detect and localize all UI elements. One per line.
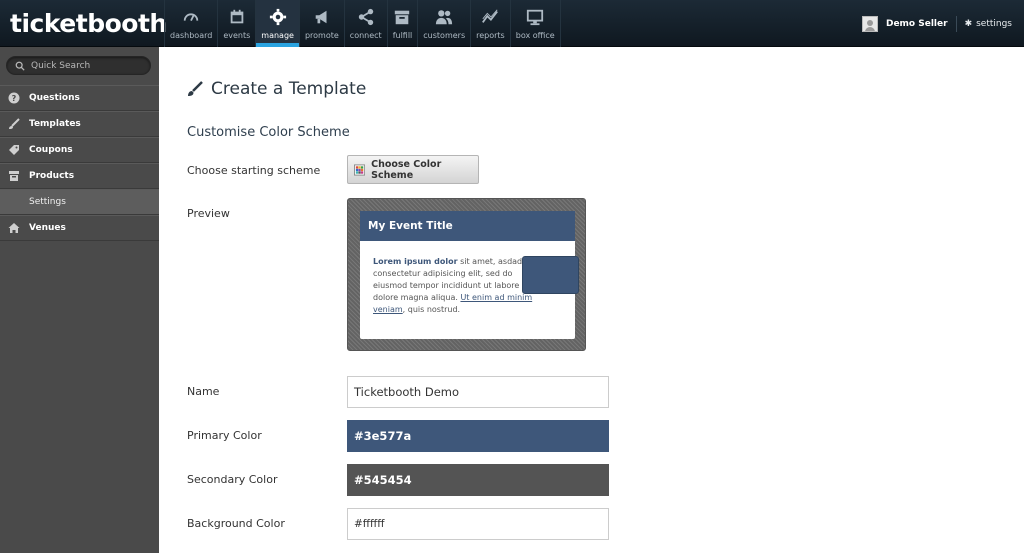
- sidebar: Quick Search ? Questions Templates Coupo…: [0, 47, 159, 553]
- preview-body-text: Lorem ipsum dolor sit amet, asdad consec…: [373, 256, 545, 316]
- choose-color-scheme-button[interactable]: Choose Color Scheme: [347, 155, 479, 184]
- tag-icon: [9, 145, 19, 155]
- sidebar-item-settings[interactable]: Settings: [0, 189, 159, 215]
- name-label: Name: [187, 385, 220, 398]
- sidebar-item-venues[interactable]: Venues: [0, 215, 159, 241]
- nav-events[interactable]: events: [217, 0, 255, 47]
- nav-label: events: [223, 31, 251, 40]
- template-preview: My Event Title Lorem ipsum dolor sit ame…: [347, 198, 586, 351]
- primary-color-input[interactable]: #3e577a: [347, 420, 609, 452]
- preview-bold-text: Lorem ipsum dolor: [373, 257, 458, 266]
- nav-customers[interactable]: customers: [417, 0, 470, 47]
- main-nav: dashboard events manage promote connect …: [164, 0, 561, 47]
- sidebar-item-label: Settings: [29, 197, 66, 207]
- calendar-icon: [230, 9, 244, 24]
- nav-box-office[interactable]: box office: [509, 0, 561, 47]
- sidebar-item-coupons[interactable]: Coupons: [0, 137, 159, 163]
- users-icon: [436, 10, 453, 25]
- share-icon: [358, 8, 373, 26]
- section-title: Customise Color Scheme: [187, 125, 350, 140]
- sidebar-item-label: Coupons: [29, 145, 73, 155]
- settings-label: settings: [976, 18, 1012, 29]
- page-title: Create a Template: [187, 79, 366, 99]
- nav-label: customers: [423, 31, 466, 40]
- nav-label: connect: [349, 31, 382, 40]
- search-input[interactable]: Quick Search: [6, 56, 151, 75]
- nav-reports[interactable]: reports: [470, 0, 510, 47]
- sidebar-item-label: Templates: [29, 119, 81, 129]
- svg-text:?: ?: [12, 94, 17, 103]
- gear-icon: [269, 8, 286, 26]
- preview-event-title: My Event Title: [360, 211, 575, 241]
- preview-card: My Event Title Lorem ipsum dolor sit ame…: [360, 211, 579, 339]
- background-color-input[interactable]: #ffffff: [347, 508, 609, 540]
- nav-label: promote: [304, 31, 339, 40]
- chart-line-icon: [482, 9, 499, 23]
- divider: [955, 15, 957, 32]
- box-icon: [395, 10, 410, 25]
- megaphone-icon: [315, 10, 327, 24]
- nav-manage[interactable]: manage: [255, 0, 299, 47]
- gear-icon: ✱: [964, 18, 973, 29]
- nav-label: fulfill: [392, 31, 413, 40]
- nav-label: dashboard: [170, 31, 213, 40]
- monitor-icon: [527, 9, 544, 26]
- sidebar-item-label: Questions: [29, 93, 80, 103]
- nav-dashboard[interactable]: dashboard: [164, 0, 217, 47]
- sidebar-item-products[interactable]: Products: [0, 163, 159, 189]
- nav-label: reports: [476, 31, 505, 40]
- secondary-color-input[interactable]: #545454: [347, 464, 609, 496]
- sidebar-list: ? Questions Templates Coupons Products S…: [0, 85, 159, 241]
- nav-connect[interactable]: connect: [343, 0, 387, 47]
- app-logo[interactable]: ticketbooth: [10, 9, 167, 38]
- main-content: Create a Template Customise Color Scheme…: [159, 47, 1024, 553]
- background-color-label: Background Color: [187, 517, 285, 530]
- avatar[interactable]: [861, 15, 878, 32]
- search-placeholder: Quick Search: [31, 60, 91, 71]
- sidebar-item-label: Products: [29, 171, 75, 181]
- nav-fulfill[interactable]: fulfill: [386, 0, 418, 47]
- user-area: Demo Seller ✱ settings: [861, 0, 1012, 47]
- choose-color-scheme-label: Choose Color Scheme: [371, 158, 442, 181]
- nav-label: box office: [515, 31, 555, 40]
- question-icon: ?: [8, 92, 20, 104]
- nav-promote[interactable]: promote: [298, 0, 344, 47]
- secondary-color-label: Secondary Color: [187, 473, 278, 486]
- user-name[interactable]: Demo Seller: [886, 19, 948, 29]
- sidebar-item-questions[interactable]: ? Questions: [0, 85, 159, 111]
- name-input[interactable]: Ticketbooth Demo: [347, 376, 609, 408]
- top-bar: ticketbooth dashboard events manage prom…: [0, 0, 1024, 47]
- home-icon: [8, 223, 20, 233]
- palette-icon: [354, 163, 366, 176]
- brush-icon: [9, 118, 20, 129]
- sidebar-item-templates[interactable]: Templates: [0, 111, 159, 137]
- primary-color-label: Primary Color: [187, 429, 262, 442]
- preview-button: [522, 256, 579, 294]
- gauge-icon: [183, 13, 199, 22]
- sidebar-item-label: Venues: [29, 223, 66, 233]
- preview-label: Preview: [187, 207, 230, 220]
- preview-text-end: , quis nostrud.: [402, 305, 461, 314]
- page-title-text: Create a Template: [211, 79, 367, 99]
- starting-scheme-label: Choose starting scheme: [187, 164, 321, 177]
- search-icon: [15, 61, 25, 71]
- brush-icon: [188, 81, 203, 96]
- settings-link[interactable]: ✱ settings: [965, 19, 1012, 29]
- archive-icon: [9, 171, 19, 181]
- nav-label: manage: [261, 31, 294, 40]
